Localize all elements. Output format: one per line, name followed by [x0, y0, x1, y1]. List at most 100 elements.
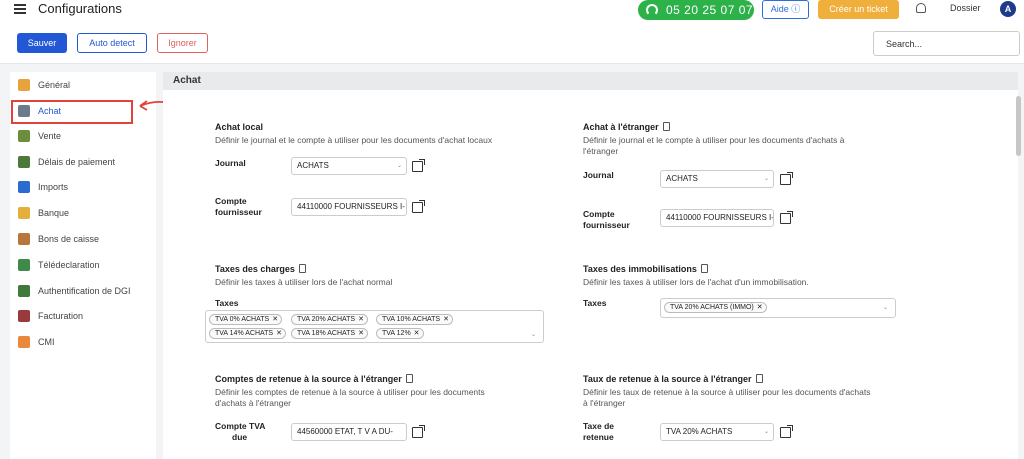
taxes-charges-multiselect[interactable]: TVA 0% ACHATS ✕ TVA 20% ACHATS ✕ TVA 10% A… — [205, 310, 544, 343]
external-link-icon[interactable] — [412, 425, 425, 438]
remove-tag-icon[interactable]: ✕ — [276, 330, 282, 337]
document-icon — [662, 122, 670, 131]
remove-tag-icon[interactable]: ✕ — [272, 316, 278, 323]
taxe-retenue-label: Taxe de retenue — [583, 421, 615, 442]
block-title: Taxes des charges — [215, 264, 295, 274]
spreadsheet-icon — [18, 285, 30, 297]
document-icon — [700, 264, 708, 273]
sidebar-item-imports[interactable]: Imports — [10, 176, 156, 198]
external-link-icon[interactable] — [412, 159, 425, 172]
remove-tag-icon[interactable]: ✕ — [443, 316, 449, 323]
ignore-button[interactable]: Ignorer — [157, 33, 208, 53]
chevron-down-icon: ⌄ — [763, 176, 769, 182]
tax-tag: TVA 12% ✕ — [376, 328, 424, 339]
calendar-icon — [18, 156, 30, 168]
tax-tag: TVA 20% ACHATS ✕ — [291, 314, 368, 325]
payment-icon — [18, 336, 30, 348]
save-button[interactable]: Sauver — [17, 33, 67, 53]
sidebar-item-label: Bons de caisse — [38, 234, 100, 244]
page-title: Configurations — [38, 1, 122, 16]
bell-icon[interactable] — [916, 3, 926, 13]
coins-icon — [18, 207, 30, 219]
sidebar-item-label: Facturation — [38, 311, 84, 321]
sidebar-item-vente[interactable]: Vente — [10, 125, 156, 147]
document-icon — [405, 374, 413, 383]
top-bar: Configurations 05 20 25 07 07 Aide ⓘ Cré… — [0, 0, 1024, 26]
compte-label: Compte fournisseur — [583, 209, 630, 230]
journal-label: Journal — [583, 170, 614, 180]
tag-icon — [18, 310, 30, 322]
taxes-immob-multiselect[interactable]: TVA 20% ACHATS (IMMO) ✕ ⌄ — [660, 298, 896, 318]
remove-tag-icon[interactable]: ✕ — [358, 316, 364, 323]
achat-etranger-journal-select[interactable]: ACHATS ⌄ — [660, 170, 774, 188]
cash-box-icon — [18, 233, 30, 245]
remove-tag-icon[interactable]: ✕ — [358, 330, 364, 337]
taxes-label: Taxes — [583, 298, 607, 308]
sidebar-item-label: Général — [38, 80, 71, 90]
chevron-down-icon: ⌄ — [396, 163, 402, 169]
section-title: Achat — [163, 72, 1018, 90]
sidebar-item-delais-paiement[interactable]: Délais de paiement — [10, 151, 156, 173]
avatar[interactable]: A — [1000, 1, 1016, 17]
scrollbar[interactable] — [1016, 96, 1021, 156]
taxe-retenue-select[interactable]: TVA 20% ACHATS ⌄ — [660, 423, 774, 441]
tax-tag: TVA 18% ACHATS ✕ — [291, 328, 368, 339]
block-description: Définir le journal et le compte à utilis… — [583, 135, 845, 145]
block-description: Définir les taux de retenue à la source … — [583, 387, 871, 397]
block-description: Définir les taxes à utiliser lors de l'a… — [583, 277, 809, 287]
achat-etranger-block: Achat à l'étranger Définir le journal et… — [583, 122, 845, 156]
search-input[interactable] — [873, 31, 1020, 56]
taxes-immob-block: Taxes des immobilisations Définir les ta… — [583, 264, 913, 288]
block-description: Définir les comptes de retenue à la sour… — [215, 387, 485, 397]
taux-retenue-block: Taux de retenue à la source à l'étranger… — [583, 374, 871, 408]
achat-local-journal-select[interactable]: ACHATS ⌄ — [291, 157, 407, 175]
achat-local-block: Achat local Définir le journal et le com… — [215, 122, 555, 146]
sidebar-item-teledeclaration[interactable]: Télédeclaration — [10, 254, 156, 276]
sidebar-item-authentification-dgi[interactable]: Authentification de DGI — [10, 280, 156, 302]
sidebar-item-label: Banque — [38, 208, 70, 218]
document-icon — [755, 374, 763, 383]
external-link-icon[interactable] — [780, 172, 793, 185]
compte-tva-label: Compte TVA due — [215, 421, 266, 442]
support-phone-button[interactable]: 05 20 25 07 07 — [638, 0, 754, 20]
spreadsheet-icon — [18, 259, 30, 271]
remove-tag-icon[interactable]: ✕ — [414, 330, 420, 337]
folder-icon — [18, 181, 30, 193]
external-link-icon[interactable] — [412, 200, 425, 213]
external-link-icon[interactable] — [780, 425, 793, 438]
sidebar-item-label: Délais de paiement — [38, 157, 116, 167]
compte-tva-due-select[interactable]: 44560000 ETAT, T V A DU- — [291, 423, 407, 441]
block-title: Comptes de retenue à la source à l'étran… — [215, 374, 402, 384]
tax-tag: TVA 10% ACHATS ✕ — [376, 314, 453, 325]
sidebar-item-cmi[interactable]: CMI — [10, 331, 156, 353]
auto-detect-button[interactable]: Auto detect — [77, 33, 147, 53]
tax-tag: TVA 0% ACHATS ✕ — [209, 314, 283, 325]
sidebar-item-label: Télédeclaration — [38, 260, 100, 270]
comptes-retenue-block: Comptes de retenue à la source à l'étran… — [215, 374, 485, 408]
create-ticket-button[interactable]: Créer un ticket — [818, 0, 899, 19]
main-panel: Achat Achat local Définir le journal et … — [163, 72, 1018, 459]
help-button[interactable]: Aide ⓘ — [762, 0, 809, 19]
block-description: Définir les taxes à utiliser lors de l'a… — [215, 277, 393, 287]
sidebar-item-label: Vente — [38, 131, 62, 141]
sidebar-item-banque[interactable]: Banque — [10, 202, 156, 224]
action-bar: Sauver Auto detect Ignorer — [0, 26, 1024, 64]
sidebar: Général Achat Vente Délais de paiement I… — [10, 72, 156, 459]
active-item-highlight — [11, 100, 133, 124]
chevron-down-icon: ⌄ — [530, 332, 536, 338]
menu-icon[interactable] — [14, 4, 26, 14]
chevron-down-icon: ⌄ — [763, 429, 769, 435]
remove-tag-icon[interactable]: ✕ — [757, 304, 763, 311]
external-link-icon[interactable] — [780, 211, 793, 224]
block-title: Achat local — [215, 122, 264, 132]
achat-etranger-compte-select[interactable]: 44110000 FOURNISSEURS I- — [660, 209, 774, 227]
sidebar-item-bons-caisse[interactable]: Bons de caisse — [10, 228, 156, 250]
sidebar-item-facturation[interactable]: Facturation — [10, 305, 156, 327]
block-title: Achat à l'étranger — [583, 122, 659, 132]
achat-local-compte-select[interactable]: 44110000 FOURNISSEURS I- — [291, 198, 407, 216]
tax-tag: TVA 20% ACHATS (IMMO) ✕ — [664, 302, 767, 313]
headset-icon — [646, 4, 658, 16]
dossier-menu[interactable]: Dossier — [950, 3, 981, 13]
journal-label: Journal — [215, 158, 246, 168]
sidebar-item-general[interactable]: Général — [10, 74, 156, 96]
